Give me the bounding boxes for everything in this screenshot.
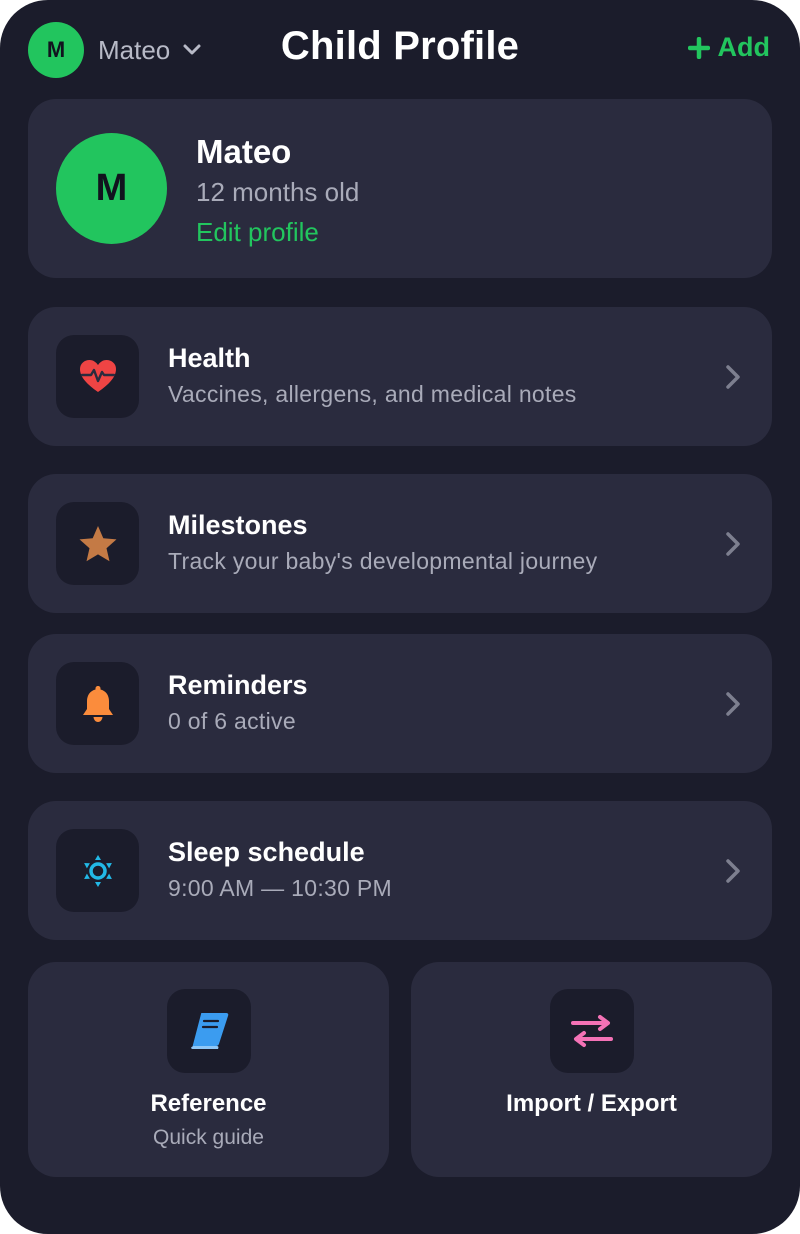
chevron-right-icon	[726, 532, 740, 556]
import-export-tile[interactable]: Import / Export	[411, 962, 772, 1177]
add-child-button[interactable]: Add	[687, 32, 770, 63]
reminders-icon-tile	[56, 662, 139, 745]
milestones-title: Milestones	[168, 510, 308, 540]
milestones-subtitle: Track your baby's developmental journey	[168, 548, 598, 574]
sun-icon	[83, 854, 112, 887]
plus-icon	[687, 36, 710, 59]
health-title: Health	[168, 343, 251, 373]
import-export-title: Import / Export	[506, 1090, 677, 1117]
reminders-subtitle: 0 of 6 active	[168, 708, 296, 734]
import-export-icon-tile	[550, 989, 634, 1073]
sleep-schedule-subtitle: 9:00 AM — 10:30 PM	[168, 875, 393, 901]
child-profile-screen: M Mateo Child Profile Add M Mateo 12 mon…	[0, 0, 800, 1234]
star-icon	[79, 525, 116, 561]
reminders-row[interactable]: Reminders 0 of 6 active	[28, 634, 772, 773]
sleep-icon-tile	[56, 829, 139, 912]
health-subtitle: Vaccines, allergens, and medical notes	[168, 381, 577, 407]
profile-age: 12 months old	[196, 177, 360, 207]
book-icon	[191, 1013, 229, 1049]
reference-tile[interactable]: Reference Quick guide	[28, 962, 389, 1177]
edit-profile-link[interactable]: Edit profile	[196, 217, 319, 248]
milestones-icon-tile	[56, 502, 139, 585]
add-button-label: Add	[717, 32, 770, 62]
header: M Mateo Child Profile Add	[0, 0, 800, 100]
chevron-right-icon	[726, 365, 740, 389]
milestones-row[interactable]: Milestones Track your baby's development…	[28, 474, 772, 613]
heart-pulse-icon	[79, 359, 116, 392]
swap-arrows-icon	[571, 1015, 613, 1047]
profile-card: M Mateo 12 months old Edit profile	[28, 99, 772, 278]
bell-icon	[82, 685, 113, 722]
sleep-schedule-row[interactable]: Sleep schedule 9:00 AM — 10:30 PM	[28, 801, 772, 940]
avatar: M	[56, 133, 167, 244]
sleep-schedule-title: Sleep schedule	[168, 837, 365, 867]
health-icon-tile	[56, 335, 139, 418]
chevron-right-icon	[726, 859, 740, 883]
reference-icon-tile	[167, 989, 251, 1073]
reference-subtitle: Quick guide	[153, 1126, 264, 1149]
chevron-right-icon	[726, 692, 740, 716]
reminders-title: Reminders	[168, 670, 308, 700]
page-title: Child Profile	[280, 24, 520, 68]
health-row[interactable]: Health Vaccines, allergens, and medical …	[28, 307, 772, 446]
reference-title: Reference	[150, 1090, 267, 1117]
profile-name: Mateo	[196, 133, 292, 170]
